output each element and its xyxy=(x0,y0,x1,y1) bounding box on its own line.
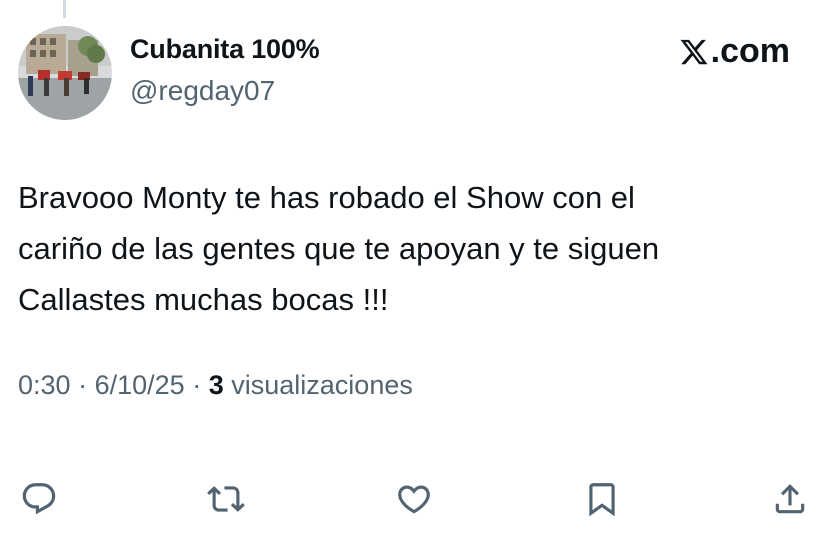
retweet-button[interactable] xyxy=(203,476,249,522)
brand-domain: .com xyxy=(710,32,790,70)
tweet-text: Bravooo Monty te has robado el Show con … xyxy=(18,180,660,317)
retweet-icon xyxy=(207,486,245,512)
avatar-photo xyxy=(18,26,112,120)
reply-icon xyxy=(22,483,56,515)
thread-connector-line xyxy=(63,0,66,18)
share-icon xyxy=(775,484,805,514)
reply-button[interactable] xyxy=(16,476,62,522)
meta-separator: · xyxy=(78,370,88,400)
x-logo-icon xyxy=(680,39,708,64)
tweet-date[interactable]: 6/10/25 xyxy=(95,370,185,400)
bookmark-button[interactable] xyxy=(579,476,625,522)
brand-logo: .com xyxy=(679,32,790,71)
views-count: 3 xyxy=(208,370,224,400)
display-name[interactable]: Cubanita 100% xyxy=(130,34,320,65)
bookmark-icon xyxy=(589,483,615,517)
user-handle[interactable]: @regday07 xyxy=(130,75,275,107)
like-button[interactable] xyxy=(391,476,437,522)
avatar[interactable] xyxy=(18,26,112,120)
heart-icon xyxy=(398,485,430,514)
action-bar xyxy=(0,476,828,526)
views-label: visualizaciones xyxy=(231,370,413,400)
share-button[interactable] xyxy=(767,476,813,522)
tweet-time[interactable]: 0:30 xyxy=(18,370,71,400)
tweet-meta: 0:30 · 6/10/25 · 3 visualizaciones xyxy=(18,370,413,401)
meta-separator: · xyxy=(192,370,202,400)
